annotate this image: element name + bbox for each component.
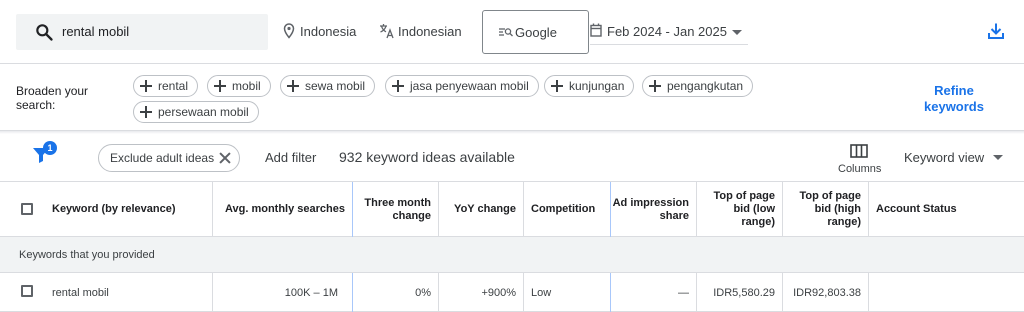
- add-filter-button[interactable]: Add filter: [265, 150, 316, 165]
- select-all-checkbox[interactable]: [21, 203, 33, 215]
- header-three-month-change[interactable]: Three month change: [353, 182, 438, 237]
- section-label: Keywords that you provided: [19, 249, 155, 261]
- keyword-planner: rental mobil Indonesia Indonesian Google…: [0, 0, 1024, 312]
- network-selector[interactable]: Google: [482, 10, 589, 54]
- cell-yoy-change: +900%: [481, 286, 516, 299]
- download-icon[interactable]: [987, 22, 1005, 40]
- broaden-chip[interactable]: kunjungan: [544, 75, 635, 97]
- column-divider: [868, 273, 869, 312]
- header-account-status[interactable]: Account Status: [868, 182, 1024, 237]
- cell-three-month-change: 0%: [415, 286, 431, 299]
- ideas-count: 932 keyword ideas available: [339, 149, 515, 165]
- broaden-chip[interactable]: persewaan mobil: [133, 101, 259, 123]
- header-bid-low[interactable]: Top of page bid (low range): [697, 182, 782, 237]
- header-avg-monthly-searches[interactable]: Avg. monthly searches: [213, 182, 352, 237]
- chevron-down-icon[interactable]: [732, 30, 742, 35]
- plus-icon: [214, 80, 226, 92]
- plus-icon: [551, 80, 563, 92]
- cell-keyword: rental mobil: [52, 286, 109, 299]
- plus-icon: [140, 106, 152, 118]
- location-label: Indonesia: [300, 24, 357, 39]
- plus-icon: [392, 80, 404, 92]
- columns-icon[interactable]: [850, 143, 868, 159]
- header-ad-impression-share[interactable]: Ad impression share: [611, 182, 696, 237]
- section-header: Keywords that you provided: [0, 237, 1024, 273]
- location-pin-icon: [283, 23, 295, 39]
- plus-icon: [287, 80, 299, 92]
- columns-label[interactable]: Columns: [838, 163, 881, 175]
- header-keyword[interactable]: Keyword (by relevance): [52, 182, 212, 237]
- broaden-chip[interactable]: mobil: [207, 75, 271, 97]
- plus-icon: [140, 80, 152, 92]
- broaden-chip[interactable]: pengangkutan: [642, 75, 754, 97]
- close-icon[interactable]: [218, 151, 232, 165]
- filter-bar: 1 Exclude adult ideas Add filter 932 key…: [0, 134, 1024, 182]
- cell-competition: Low: [531, 286, 552, 299]
- keyword-view-dropdown[interactable]: Keyword view: [904, 150, 984, 165]
- cell-ad-impression-share: —: [678, 286, 689, 299]
- translate-icon: [380, 24, 394, 39]
- date-range-label: Feb 2024 - Jan 2025: [607, 24, 727, 39]
- refine-keywords-button[interactable]: Refine keywords: [918, 83, 990, 115]
- language-selector[interactable]: Indonesian: [379, 24, 462, 39]
- broaden-chip[interactable]: sewa mobil: [280, 75, 376, 97]
- top-bar: rental mobil Indonesia Indonesian Google…: [0, 0, 1024, 64]
- search-query: rental mobil: [62, 24, 130, 39]
- broaden-chip[interactable]: rental: [133, 75, 199, 97]
- date-range-selector[interactable]: Feb 2024 - Jan 2025: [590, 23, 727, 39]
- table-header: Keyword (by relevance) Avg. monthly sear…: [0, 182, 1024, 237]
- header-competition[interactable]: Competition: [523, 182, 610, 237]
- filter-count-badge: 1: [43, 141, 57, 155]
- search-icon: [36, 24, 53, 41]
- language-label: Indonesian: [398, 24, 462, 39]
- cell-bid-high: IDR92,803.38: [793, 286, 861, 299]
- header-yoy-change[interactable]: YoY change: [439, 182, 523, 237]
- column-divider: [523, 273, 524, 312]
- broaden-chip[interactable]: jasa penyewaan mobil: [385, 75, 539, 97]
- location-selector[interactable]: Indonesia: [283, 23, 357, 39]
- plus-icon: [649, 80, 661, 92]
- cell-avg-monthly-searches: 100K – 1M: [284, 286, 338, 299]
- chevron-down-icon[interactable]: [993, 155, 1003, 160]
- header-bid-high[interactable]: Top of page bid (high range): [783, 182, 868, 237]
- search-input[interactable]: rental mobil: [16, 14, 268, 50]
- broaden-search-row: Broaden your search: rental mobil sewa m…: [0, 65, 1024, 131]
- cell-bid-low: IDR5,580.29: [713, 286, 775, 299]
- search-network-icon: [499, 28, 513, 37]
- broaden-label: Broaden your search:: [16, 84, 89, 112]
- cell-account-status: [876, 273, 1024, 312]
- table-row[interactable]: rental mobil 100K – 1M 0% +900% Low — ID…: [0, 273, 1024, 312]
- date-underline: [590, 44, 748, 45]
- calendar-icon: [590, 23, 602, 37]
- row-checkbox[interactable]: [21, 285, 33, 297]
- network-label: Google: [515, 25, 557, 40]
